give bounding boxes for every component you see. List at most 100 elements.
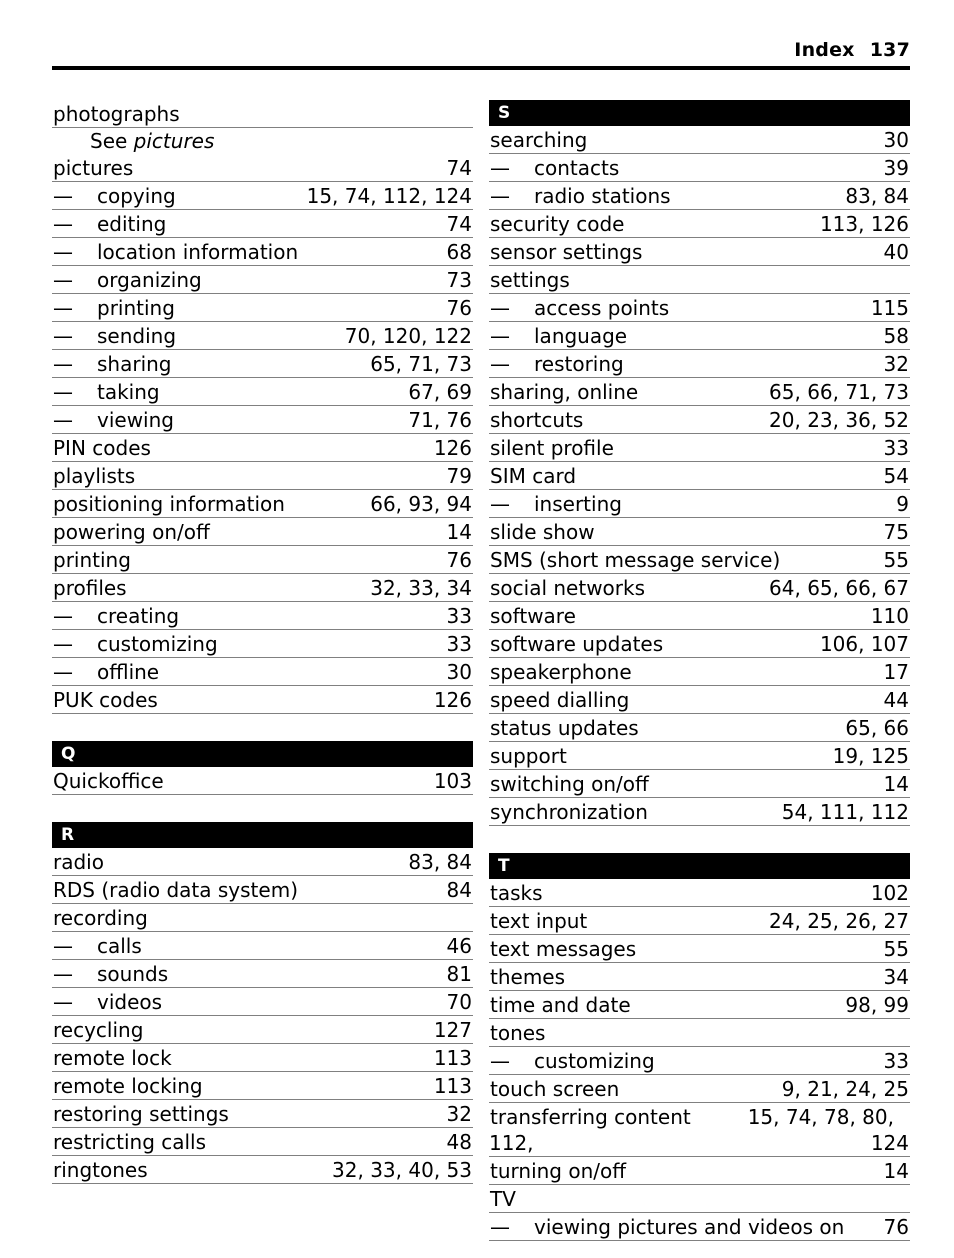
index-entry[interactable]: searching 30 — [489, 126, 910, 154]
entry-page-numbers: 32 — [883, 352, 909, 376]
index-entry[interactable]: settings — [489, 266, 910, 294]
entry-term-label: radio stations — [534, 184, 671, 208]
index-subentry[interactable]: — printing 76 — [52, 294, 473, 322]
entry-page-numbers: 54 — [883, 464, 909, 488]
subentry-dash-icon: — — [490, 1049, 510, 1073]
index-entry[interactable]: sensor settings 40 — [489, 238, 910, 266]
index-entry[interactable]: SMS (short message service) 55 — [489, 546, 910, 574]
index-subentry[interactable]: — offline 30 — [52, 658, 473, 686]
index-entry[interactable]: RDS (radio data system) 84 — [52, 876, 473, 904]
index-entry[interactable]: switching on/off 14 — [489, 770, 910, 798]
entry-page-numbers: 34 — [883, 965, 909, 989]
index-subentry[interactable]: — location information 68 — [52, 238, 473, 266]
subentry-dash-icon: — — [490, 492, 510, 516]
index-entry[interactable]: Quickoffice 103 — [52, 767, 473, 795]
index-entry[interactable]: text input 24, 25, 26, 27 — [489, 907, 910, 935]
index-entry[interactable]: tones — [489, 1019, 910, 1047]
index-entry[interactable]: remote lock 113 — [52, 1044, 473, 1072]
index-entry[interactable]: positioning information 66, 93, 94 — [52, 490, 473, 518]
index-entry[interactable]: themes 34 — [489, 963, 910, 991]
index-entry[interactable]: recycling 127 — [52, 1016, 473, 1044]
entry-term: security code — [490, 212, 625, 236]
index-entry[interactable]: PIN codes 126 — [52, 434, 473, 462]
index-entry[interactable]: touch screen 9, 21, 24, 25 — [489, 1075, 910, 1103]
entry-page-numbers: 40 — [883, 240, 909, 264]
index-subentry[interactable]: — customizing 33 — [489, 1047, 910, 1075]
index-entry[interactable]: powering on/off 14 — [52, 518, 473, 546]
entry-page-numbers: 64, 65, 66, 67 — [769, 576, 909, 600]
index-subentry[interactable]: — sharing 65, 71, 73 — [52, 350, 473, 378]
index-entry[interactable]: recording — [52, 904, 473, 932]
entry-term: restricting calls — [53, 1130, 207, 1154]
section-bar-t: T — [489, 853, 910, 879]
index-entry[interactable]: restoring settings 32 — [52, 1100, 473, 1128]
index-subentry[interactable]: — editing 74 — [52, 210, 473, 238]
index-subentry[interactable]: — copying 15, 74, 112, 124 — [52, 182, 473, 210]
entry-page-numbers: 44 — [883, 688, 909, 712]
index-subentry[interactable]: — sounds 81 — [52, 960, 473, 988]
index-entry[interactable]: shortcuts 20, 23, 36, 52 — [489, 406, 910, 434]
index-subentry[interactable]: — viewing 71, 76 — [52, 406, 473, 434]
index-subentry[interactable]: — language 58 — [489, 322, 910, 350]
index-subentry[interactable]: — contacts 39 — [489, 154, 910, 182]
index-subentry[interactable]: — sending 70, 120, 122 — [52, 322, 473, 350]
index-entry[interactable]: transferring content 15, 74, 78, 80, 112, 1… — [489, 1103, 910, 1157]
index-subentry[interactable]: — taking 67, 69 — [52, 378, 473, 406]
index-entry[interactable]: status updates 65, 66 — [489, 714, 910, 742]
entry-page-numbers: 70, 120, 122 — [344, 324, 472, 348]
index-entry[interactable]: SIM card 54 — [489, 462, 910, 490]
index-entry[interactable]: TV — [489, 1185, 910, 1213]
index-entry[interactable]: silent profile 33 — [489, 434, 910, 462]
index-entry[interactable]: ringtones 32, 33, 40, 53 — [52, 1156, 473, 1184]
index-subentry[interactable]: — organizing 73 — [52, 266, 473, 294]
index-subentry[interactable]: — radio stations 83, 84 — [489, 182, 910, 210]
index-subentry[interactable]: — access points 115 — [489, 294, 910, 322]
index-entry[interactable]: social networks 64, 65, 66, 67 — [489, 574, 910, 602]
entry-page-numbers: 48 — [446, 1130, 472, 1154]
entry-page-numbers: 30 — [883, 128, 909, 152]
index-entry[interactable]: synchronization 54, 111, 112 — [489, 798, 910, 826]
index-entry[interactable]: tasks 102 — [489, 879, 910, 907]
index-entry[interactable]: photographs — [52, 100, 473, 128]
cross-reference-target[interactable]: pictures — [134, 129, 215, 153]
index-entry[interactable]: turning on/off 14 — [489, 1157, 910, 1185]
index-subentry[interactable]: — creating 33 — [52, 602, 473, 630]
index-entry[interactable]: support 19, 125 — [489, 742, 910, 770]
entry-term: settings — [490, 268, 570, 292]
subentry-dash-icon: — — [53, 990, 73, 1014]
index-entry[interactable]: PUK codes 126 — [52, 686, 473, 714]
index-entry[interactable]: time and date 98, 99 — [489, 991, 910, 1019]
index-entry[interactable]: text messages 55 — [489, 935, 910, 963]
subentry-dash-icon: — — [53, 604, 73, 628]
entry-page-numbers: 83, 84 — [845, 184, 909, 208]
index-subentry[interactable]: — restoring 32 — [489, 350, 910, 378]
index-entry[interactable]: restricting calls 48 — [52, 1128, 473, 1156]
index-subentry[interactable]: — calls 46 — [52, 932, 473, 960]
entry-term: — inserting — [489, 491, 622, 517]
entry-page-numbers: 33 — [883, 436, 909, 460]
index-entry[interactable]: speakerphone 17 — [489, 658, 910, 686]
index-entry[interactable]: sharing, online 65, 66, 71, 73 — [489, 378, 910, 406]
entry-page-numbers-continued-left: 112, — [489, 1131, 534, 1155]
index-subentry[interactable]: — customizing 33 — [52, 630, 473, 658]
index-entry[interactable]: software updates 106, 107 — [489, 630, 910, 658]
entry-page-numbers: 75 — [883, 520, 909, 544]
index-entry[interactable]: slide show 75 — [489, 518, 910, 546]
index-entry[interactable]: radio 83, 84 — [52, 848, 473, 876]
index-entry[interactable]: software 110 — [489, 602, 910, 630]
index-entry[interactable]: speed dialling 44 — [489, 686, 910, 714]
index-entry[interactable]: printing 76 — [52, 546, 473, 574]
index-subentry[interactable]: — viewing pictures and videos on 76 — [489, 1213, 910, 1241]
index-entry[interactable]: remote locking 113 — [52, 1072, 473, 1100]
index-subentry[interactable]: — videos 70 — [52, 988, 473, 1016]
entry-term: text input — [490, 909, 588, 933]
index-subentry[interactable]: — inserting 9 — [489, 490, 910, 518]
entry-term: — access points — [489, 295, 669, 321]
entry-term: — restoring — [489, 351, 624, 377]
index-entry[interactable]: security code 113, 126 — [489, 210, 910, 238]
index-entry[interactable]: profiles 32, 33, 34 — [52, 574, 473, 602]
index-entry[interactable]: pictures 74 — [52, 154, 473, 182]
subentry-dash-icon: — — [53, 408, 73, 432]
entry-term: SMS (short message service) — [490, 548, 781, 572]
index-entry[interactable]: playlists 79 — [52, 462, 473, 490]
